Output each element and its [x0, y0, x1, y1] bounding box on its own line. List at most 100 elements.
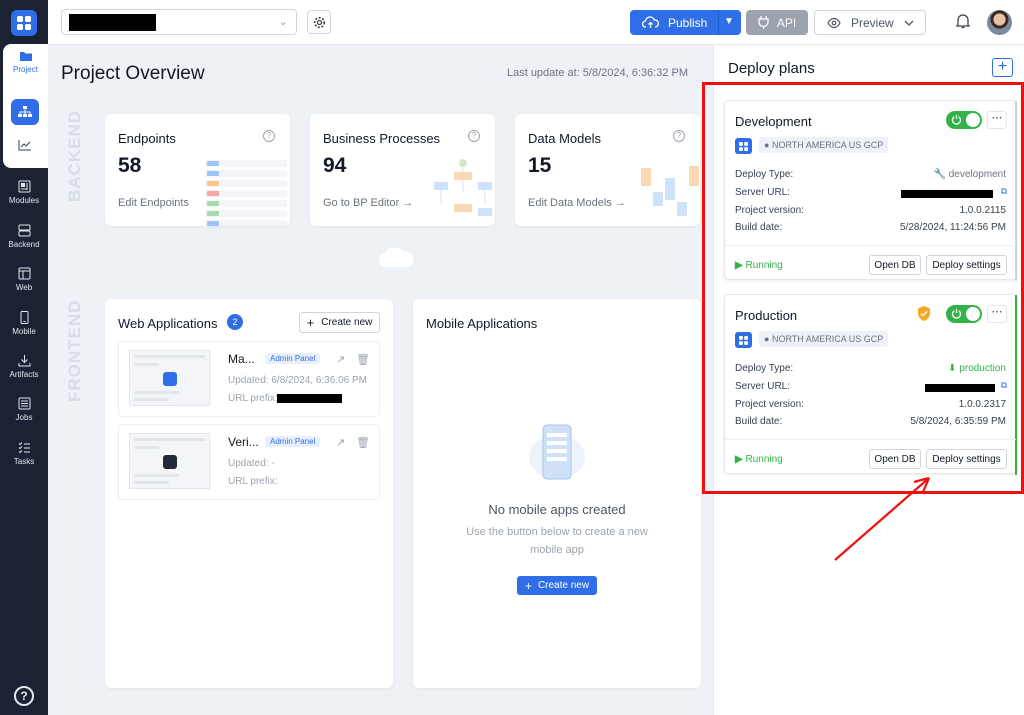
sidebar-item-jobs[interactable]: Jobs [0, 397, 48, 422]
browser-icon [18, 267, 30, 280]
sidebar-item-backend[interactable]: Backend [0, 224, 48, 249]
mobile-phone-icon [529, 424, 585, 480]
empty-state-title: No mobile apps created [488, 502, 626, 517]
sitemap-icon [18, 106, 32, 117]
card-title: Data Models [528, 131, 601, 146]
api-label: API [776, 15, 797, 30]
publish-dropdown-icon[interactable]: ▼ [724, 16, 734, 27]
card-title: Endpoints [118, 131, 176, 146]
app-updated: Updated: 6/8/2024, 6:36:06 PM [228, 375, 367, 386]
highlight-annotation-box [702, 82, 1024, 494]
top-bar: ⌄ Publish ▼ API Preview [48, 0, 1024, 45]
user-avatar[interactable] [987, 10, 1012, 35]
trash-icon[interactable]: 🗑 [356, 353, 370, 366]
trash-icon[interactable]: 🗑 [356, 436, 370, 449]
api-button[interactable]: API [746, 10, 808, 35]
edit-data-models-link[interactable]: Edit Data Models → [528, 197, 626, 209]
sidebar: Project Modules Backend Web Mobile Artif… [0, 0, 48, 715]
download-icon [18, 355, 30, 367]
app-logo-icon [163, 455, 177, 469]
publish-label: Publish [668, 15, 708, 30]
web-applications-panel: Web Applications 2 + Create new Ma... Ad… [105, 299, 393, 688]
plug-icon [758, 16, 769, 29]
sidebar-item-mobile[interactable]: Mobile [0, 311, 48, 336]
app-url-prefix-label: URL prefix: [228, 393, 278, 404]
endpoints-count: 58 [118, 154, 142, 177]
sidebar-item-label: Project [13, 65, 38, 74]
app-thumbnail [129, 433, 210, 489]
modules-icon [18, 180, 30, 193]
last-update-text: Last update at: 5/8/2024, 6:36:32 PM [506, 67, 688, 79]
app-url-prefix-label: URL prefix: [228, 476, 278, 487]
help-circle-icon[interactable]: ? [673, 130, 685, 142]
app-logo-icon[interactable] [11, 10, 37, 36]
redacted-url-prefix [277, 394, 342, 403]
sidebar-item-label: Mobile [12, 327, 36, 336]
app-name: Veri... [228, 435, 259, 449]
sidebar-item-project[interactable]: Project [3, 50, 48, 74]
plus-icon: + [306, 315, 315, 330]
help-circle-icon[interactable]: ? [263, 130, 275, 142]
create-label: Create new [537, 580, 590, 591]
sidebar-item-label: Artifacts [9, 370, 39, 379]
sidebar-item-web[interactable]: Web [0, 267, 48, 292]
sidebar-item-tasks[interactable]: Tasks [0, 441, 48, 466]
sidebar-item-artifacts[interactable]: Artifacts [0, 354, 48, 379]
cloud-upload-icon [642, 16, 659, 28]
main-content: Project Overview Last update at: 5/8/202… [48, 45, 713, 715]
app-logo-icon [163, 372, 177, 386]
cloud-icon [379, 248, 414, 267]
publish-button[interactable]: Publish ▼ [630, 10, 741, 35]
endpoints-card[interactable]: Endpoints ? 58 Edit Endpoints [105, 114, 290, 226]
web-apps-count-badge: 2 [227, 314, 243, 330]
business-processes-card[interactable]: Business Processes ? 94 Go to BP Editor … [310, 114, 495, 226]
edit-endpoints-link[interactable]: Edit Endpoints [118, 197, 189, 209]
external-link-icon[interactable]: ↗ [336, 353, 345, 366]
flow-illustration [434, 159, 492, 216]
preview-button[interactable]: Preview [814, 10, 926, 35]
sitemap-button[interactable] [11, 99, 39, 125]
plus-icon: + [524, 578, 532, 593]
help-circle-icon[interactable]: ? [468, 130, 480, 142]
data-models-count: 15 [528, 154, 552, 177]
card-title: Business Processes [323, 131, 441, 146]
app-name: Ma... [228, 352, 255, 366]
mobile-applications-panel: Mobile Applications No mobile apps creat… [413, 299, 701, 688]
endpoints-illustration [205, 160, 287, 226]
gear-icon [313, 16, 325, 28]
phone-icon [20, 311, 28, 324]
publish-divider [718, 10, 719, 35]
create-mobile-app-button[interactable]: + Create new [517, 576, 597, 595]
eye-icon [827, 17, 841, 29]
data-models-card[interactable]: Data Models ? 15 Edit Data Models → [515, 114, 700, 226]
panel-title: Web Applications [118, 316, 218, 331]
checklist-icon [18, 442, 30, 454]
redacted-project-name [69, 14, 156, 31]
project-settings-button[interactable] [307, 10, 331, 34]
web-app-card[interactable]: Ma... Admin Panel ↗ 🗑 Updated: 6/8/2024,… [118, 341, 380, 417]
app-updated: Updated: - [228, 458, 275, 469]
list-icon [18, 397, 30, 410]
sidebar-item-label: Jobs [15, 413, 33, 422]
external-link-icon[interactable]: ↗ [336, 436, 345, 449]
create-web-app-button[interactable]: + Create new [299, 312, 380, 333]
app-type-tag: Admin Panel [265, 353, 321, 364]
web-app-card[interactable]: Veri... Admin Panel ↗ 🗑 Updated: - URL p… [118, 424, 380, 500]
help-icon[interactable]: ? [14, 686, 34, 706]
bp-editor-link[interactable]: Go to BP Editor → [323, 197, 413, 209]
chevron-down-icon: ⌄ [278, 16, 288, 28]
folder-icon [19, 52, 32, 61]
deploy-plans-title: Deploy plans [728, 60, 815, 77]
project-select[interactable]: ⌄ [61, 9, 297, 35]
bell-icon[interactable] [956, 13, 970, 29]
deploy-plans-panel: Deploy plans + Development ⋯ ● NORTH AME… [702, 45, 1024, 715]
link-label: Edit Endpoints [118, 197, 189, 209]
chevron-down-icon [904, 20, 914, 26]
preview-label: Preview [851, 15, 894, 30]
sidebar-item-label: Modules [8, 196, 40, 205]
project-nav-group: Project [3, 44, 48, 168]
sidebar-item-modules[interactable]: Modules [0, 180, 48, 205]
analytics-button[interactable] [11, 132, 39, 158]
app-thumbnail [129, 350, 210, 406]
add-deploy-plan-button[interactable]: + [992, 58, 1013, 77]
